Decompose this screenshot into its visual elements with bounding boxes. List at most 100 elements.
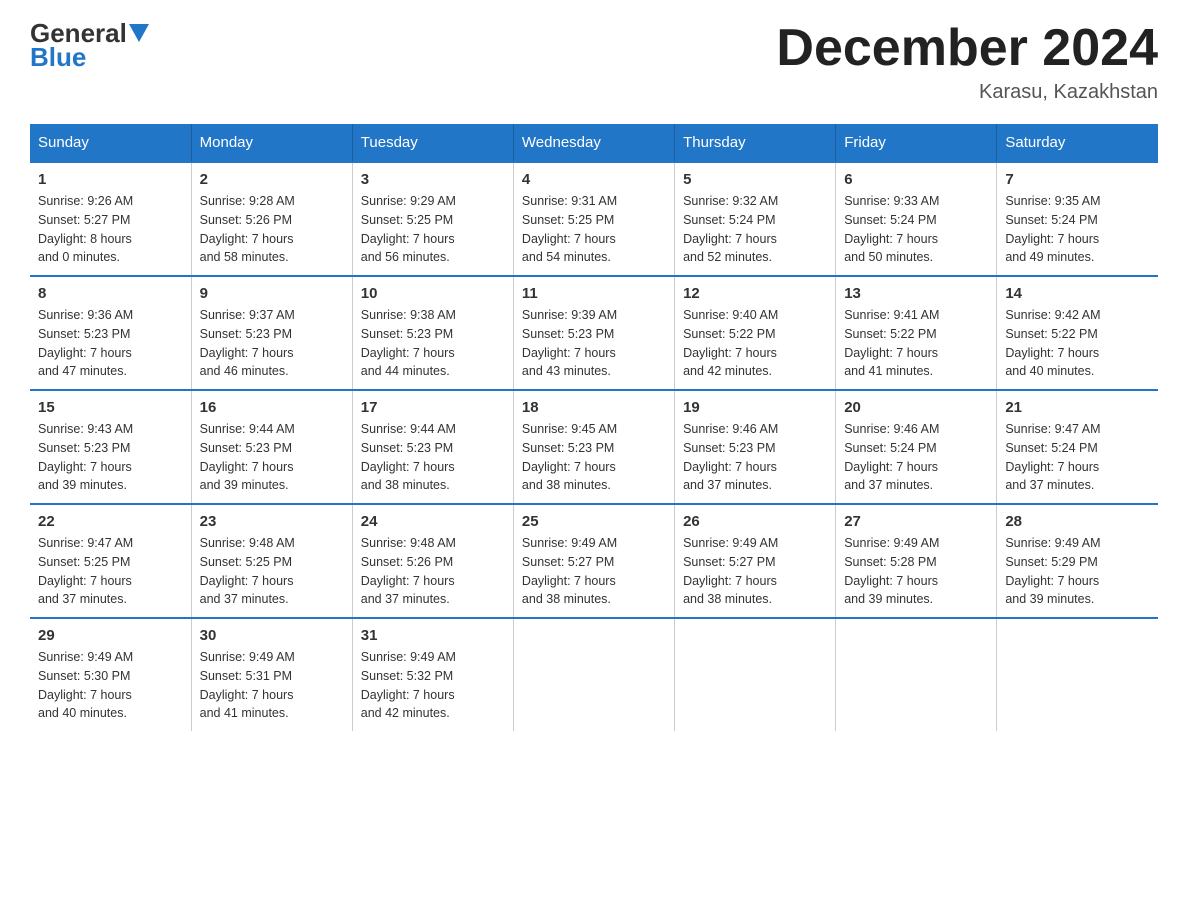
day-info: Sunrise: 9:38 AMSunset: 5:23 PMDaylight:… — [361, 306, 505, 381]
calendar-header-wednesday: Wednesday — [513, 124, 674, 162]
day-number: 2 — [200, 171, 344, 188]
day-info: Sunrise: 9:47 AMSunset: 5:25 PMDaylight:… — [38, 534, 183, 609]
day-number: 10 — [361, 285, 505, 302]
day-info: Sunrise: 9:40 AMSunset: 5:22 PMDaylight:… — [683, 306, 827, 381]
day-number: 20 — [844, 399, 988, 416]
day-number: 13 — [844, 285, 988, 302]
calendar-cell: 17 Sunrise: 9:44 AMSunset: 5:23 PMDaylig… — [352, 390, 513, 504]
day-number: 6 — [844, 171, 988, 188]
calendar-week-row: 8 Sunrise: 9:36 AMSunset: 5:23 PMDayligh… — [30, 276, 1158, 390]
day-info: Sunrise: 9:36 AMSunset: 5:23 PMDaylight:… — [38, 306, 183, 381]
calendar-cell — [997, 618, 1158, 731]
title-section: December 2024 Karasu, Kazakhstan — [776, 20, 1158, 104]
day-info: Sunrise: 9:48 AMSunset: 5:26 PMDaylight:… — [361, 534, 505, 609]
calendar-week-row: 22 Sunrise: 9:47 AMSunset: 5:25 PMDaylig… — [30, 504, 1158, 618]
calendar-header-friday: Friday — [836, 124, 997, 162]
calendar-cell: 2 Sunrise: 9:28 AMSunset: 5:26 PMDayligh… — [191, 162, 352, 276]
calendar-cell: 1 Sunrise: 9:26 AMSunset: 5:27 PMDayligh… — [30, 162, 191, 276]
calendar-cell: 21 Sunrise: 9:47 AMSunset: 5:24 PMDaylig… — [997, 390, 1158, 504]
day-info: Sunrise: 9:48 AMSunset: 5:25 PMDaylight:… — [200, 534, 344, 609]
day-info: Sunrise: 9:49 AMSunset: 5:29 PMDaylight:… — [1005, 534, 1150, 609]
calendar-week-row: 29 Sunrise: 9:49 AMSunset: 5:30 PMDaylig… — [30, 618, 1158, 731]
day-number: 23 — [200, 513, 344, 530]
day-number: 24 — [361, 513, 505, 530]
day-info: Sunrise: 9:32 AMSunset: 5:24 PMDaylight:… — [683, 192, 827, 267]
day-info: Sunrise: 9:46 AMSunset: 5:23 PMDaylight:… — [683, 420, 827, 495]
day-number: 12 — [683, 285, 827, 302]
logo-blue-text: Blue — [30, 44, 151, 70]
calendar-header-saturday: Saturday — [997, 124, 1158, 162]
day-info: Sunrise: 9:49 AMSunset: 5:31 PMDaylight:… — [200, 648, 344, 723]
day-number: 3 — [361, 171, 505, 188]
day-info: Sunrise: 9:49 AMSunset: 5:27 PMDaylight:… — [683, 534, 827, 609]
day-number: 25 — [522, 513, 666, 530]
day-info: Sunrise: 9:28 AMSunset: 5:26 PMDaylight:… — [200, 192, 344, 267]
calendar-table: SundayMondayTuesdayWednesdayThursdayFrid… — [30, 124, 1158, 731]
calendar-cell: 10 Sunrise: 9:38 AMSunset: 5:23 PMDaylig… — [352, 276, 513, 390]
calendar-cell: 19 Sunrise: 9:46 AMSunset: 5:23 PMDaylig… — [675, 390, 836, 504]
day-number: 26 — [683, 513, 827, 530]
location-label: Karasu, Kazakhstan — [776, 81, 1158, 104]
day-number: 31 — [361, 627, 505, 644]
day-info: Sunrise: 9:33 AMSunset: 5:24 PMDaylight:… — [844, 192, 988, 267]
day-info: Sunrise: 9:49 AMSunset: 5:32 PMDaylight:… — [361, 648, 505, 723]
day-info: Sunrise: 9:31 AMSunset: 5:25 PMDaylight:… — [522, 192, 666, 267]
day-number: 18 — [522, 399, 666, 416]
day-info: Sunrise: 9:47 AMSunset: 5:24 PMDaylight:… — [1005, 420, 1150, 495]
calendar-cell: 29 Sunrise: 9:49 AMSunset: 5:30 PMDaylig… — [30, 618, 191, 731]
logo: General Blue — [30, 20, 151, 70]
calendar-cell — [675, 618, 836, 731]
calendar-cell: 9 Sunrise: 9:37 AMSunset: 5:23 PMDayligh… — [191, 276, 352, 390]
calendar-cell: 11 Sunrise: 9:39 AMSunset: 5:23 PMDaylig… — [513, 276, 674, 390]
day-number: 16 — [200, 399, 344, 416]
day-info: Sunrise: 9:39 AMSunset: 5:23 PMDaylight:… — [522, 306, 666, 381]
day-number: 4 — [522, 171, 666, 188]
calendar-cell: 18 Sunrise: 9:45 AMSunset: 5:23 PMDaylig… — [513, 390, 674, 504]
day-info: Sunrise: 9:45 AMSunset: 5:23 PMDaylight:… — [522, 420, 666, 495]
calendar-cell: 15 Sunrise: 9:43 AMSunset: 5:23 PMDaylig… — [30, 390, 191, 504]
day-number: 28 — [1005, 513, 1150, 530]
day-info: Sunrise: 9:46 AMSunset: 5:24 PMDaylight:… — [844, 420, 988, 495]
calendar-cell: 28 Sunrise: 9:49 AMSunset: 5:29 PMDaylig… — [997, 504, 1158, 618]
day-number: 9 — [200, 285, 344, 302]
day-info: Sunrise: 9:35 AMSunset: 5:24 PMDaylight:… — [1005, 192, 1150, 267]
calendar-cell: 26 Sunrise: 9:49 AMSunset: 5:27 PMDaylig… — [675, 504, 836, 618]
day-number: 30 — [200, 627, 344, 644]
day-number: 8 — [38, 285, 183, 302]
day-number: 17 — [361, 399, 505, 416]
day-info: Sunrise: 9:42 AMSunset: 5:22 PMDaylight:… — [1005, 306, 1150, 381]
calendar-cell: 31 Sunrise: 9:49 AMSunset: 5:32 PMDaylig… — [352, 618, 513, 731]
day-number: 1 — [38, 171, 183, 188]
calendar-header-sunday: Sunday — [30, 124, 191, 162]
day-info: Sunrise: 9:49 AMSunset: 5:28 PMDaylight:… — [844, 534, 988, 609]
month-title: December 2024 — [776, 20, 1158, 77]
calendar-header-thursday: Thursday — [675, 124, 836, 162]
calendar-cell: 13 Sunrise: 9:41 AMSunset: 5:22 PMDaylig… — [836, 276, 997, 390]
calendar-cell: 8 Sunrise: 9:36 AMSunset: 5:23 PMDayligh… — [30, 276, 191, 390]
calendar-cell: 3 Sunrise: 9:29 AMSunset: 5:25 PMDayligh… — [352, 162, 513, 276]
calendar-header-monday: Monday — [191, 124, 352, 162]
day-number: 7 — [1005, 171, 1150, 188]
calendar-cell: 16 Sunrise: 9:44 AMSunset: 5:23 PMDaylig… — [191, 390, 352, 504]
calendar-cell: 27 Sunrise: 9:49 AMSunset: 5:28 PMDaylig… — [836, 504, 997, 618]
calendar-cell: 7 Sunrise: 9:35 AMSunset: 5:24 PMDayligh… — [997, 162, 1158, 276]
day-info: Sunrise: 9:41 AMSunset: 5:22 PMDaylight:… — [844, 306, 988, 381]
day-info: Sunrise: 9:44 AMSunset: 5:23 PMDaylight:… — [200, 420, 344, 495]
calendar-cell: 22 Sunrise: 9:47 AMSunset: 5:25 PMDaylig… — [30, 504, 191, 618]
calendar-cell: 5 Sunrise: 9:32 AMSunset: 5:24 PMDayligh… — [675, 162, 836, 276]
day-number: 29 — [38, 627, 183, 644]
calendar-week-row: 1 Sunrise: 9:26 AMSunset: 5:27 PMDayligh… — [30, 162, 1158, 276]
calendar-header-row: SundayMondayTuesdayWednesdayThursdayFrid… — [30, 124, 1158, 162]
day-number: 5 — [683, 171, 827, 188]
logo-triangle-icon — [129, 24, 149, 42]
calendar-cell: 24 Sunrise: 9:48 AMSunset: 5:26 PMDaylig… — [352, 504, 513, 618]
day-number: 22 — [38, 513, 183, 530]
day-number: 27 — [844, 513, 988, 530]
day-info: Sunrise: 9:26 AMSunset: 5:27 PMDaylight:… — [38, 192, 183, 267]
day-info: Sunrise: 9:44 AMSunset: 5:23 PMDaylight:… — [361, 420, 505, 495]
page-header: General Blue December 2024 Karasu, Kazak… — [30, 20, 1158, 104]
day-info: Sunrise: 9:29 AMSunset: 5:25 PMDaylight:… — [361, 192, 505, 267]
calendar-cell: 30 Sunrise: 9:49 AMSunset: 5:31 PMDaylig… — [191, 618, 352, 731]
calendar-cell: 12 Sunrise: 9:40 AMSunset: 5:22 PMDaylig… — [675, 276, 836, 390]
day-number: 15 — [38, 399, 183, 416]
